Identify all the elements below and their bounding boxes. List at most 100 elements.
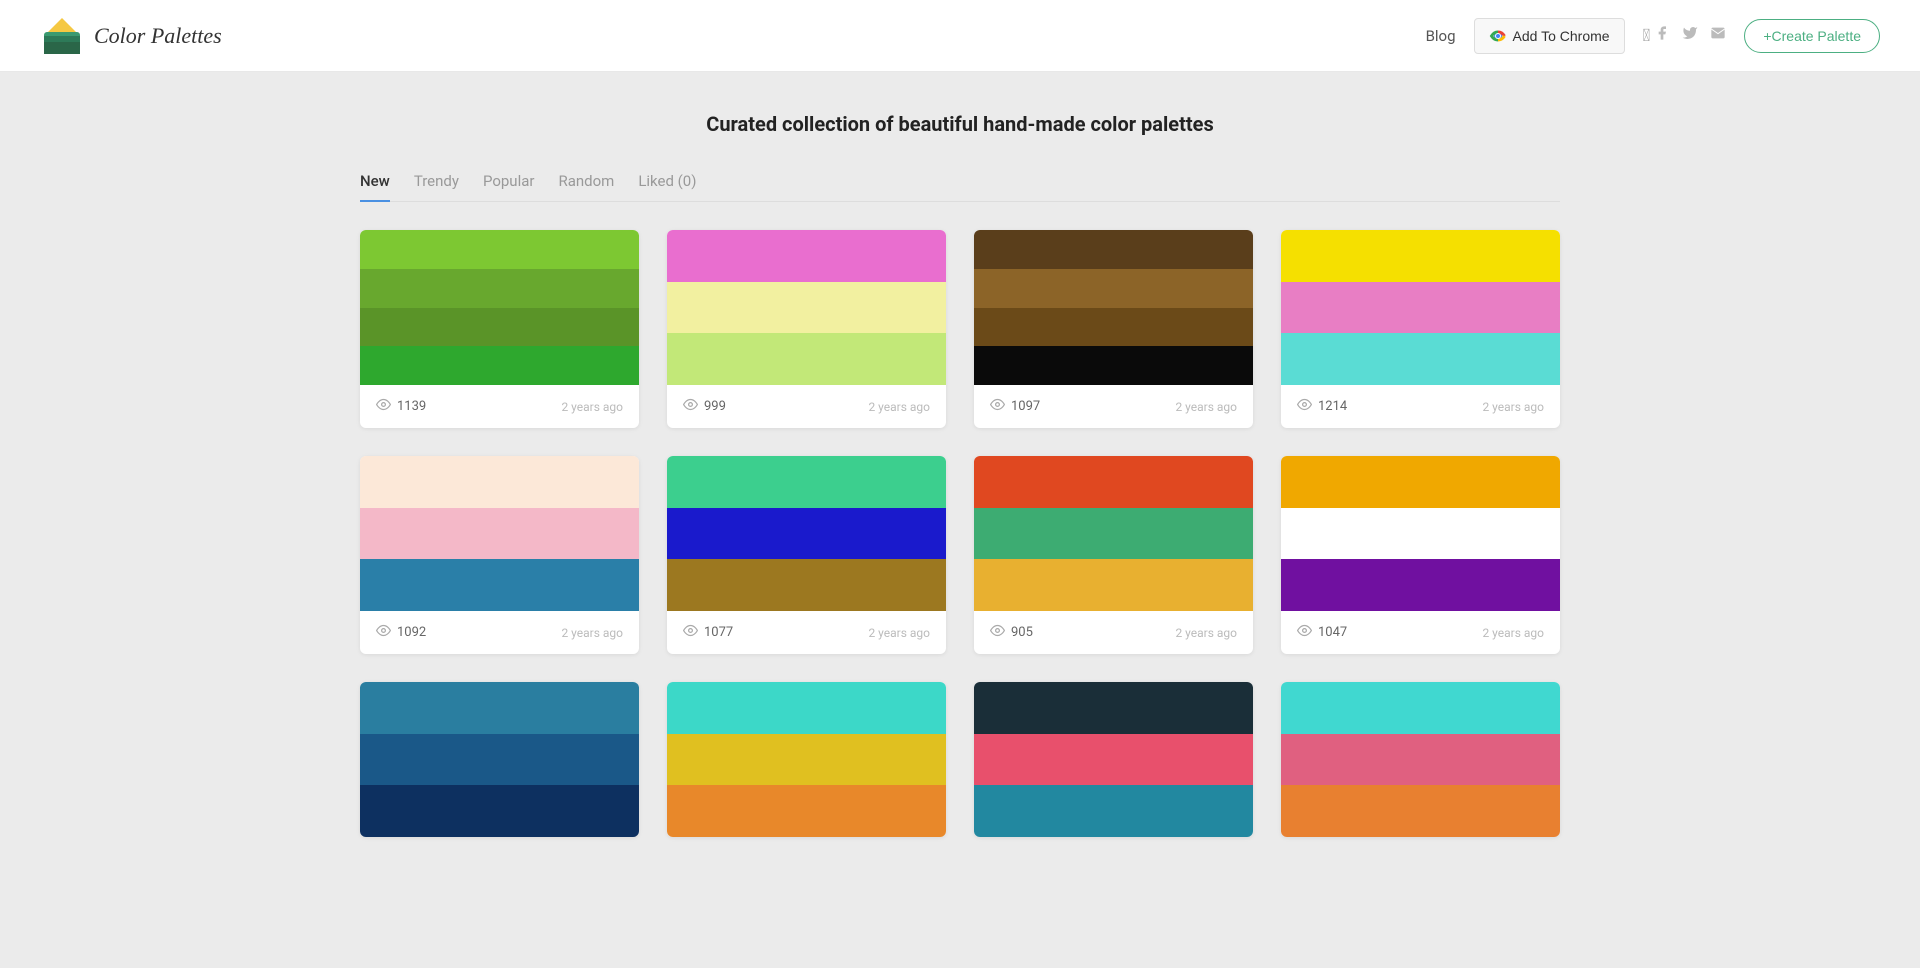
page-title: Curated collection of beautiful hand-mad… (360, 112, 1560, 136)
eye-icon (990, 397, 1005, 416)
color-swatch (360, 682, 639, 734)
social-icons:  (1643, 25, 1727, 46)
palette-swatches (974, 456, 1253, 611)
create-palette-button[interactable]: +Create Palette (1744, 19, 1880, 53)
palette-meta: 1139 2 years ago (360, 385, 639, 428)
palette-meta: 1214 2 years ago (1281, 385, 1560, 428)
palette-meta: 1047 2 years ago (1281, 611, 1560, 654)
color-swatch (974, 508, 1253, 560)
color-swatch (667, 734, 946, 786)
blog-link[interactable]: Blog (1426, 27, 1456, 45)
palette-views: 905 (990, 623, 1033, 642)
logo-icon (40, 14, 84, 58)
palette-card[interactable]: 1097 2 years ago (974, 230, 1253, 428)
color-swatch (360, 308, 639, 347)
palette-card[interactable] (974, 682, 1253, 837)
palette-meta: 1092 2 years ago (360, 611, 639, 654)
palette-swatches (667, 230, 946, 385)
palette-card[interactable] (1281, 682, 1560, 837)
palette-swatches (360, 682, 639, 837)
palette-card[interactable] (667, 682, 946, 837)
palette-card[interactable]: 1047 2 years ago (1281, 456, 1560, 654)
view-count: 1092 (397, 625, 426, 640)
palette-views: 1077 (683, 623, 733, 642)
color-swatch (360, 508, 639, 560)
view-count: 1047 (1318, 625, 1347, 640)
color-swatch (1281, 682, 1560, 734)
palette-grid: 1139 2 years ago 999 2 years ago (360, 230, 1560, 837)
color-swatch (667, 230, 946, 282)
palette-swatches (360, 456, 639, 611)
color-swatch (974, 269, 1253, 308)
palette-views: 1139 (376, 397, 426, 416)
main-content: Curated collection of beautiful hand-mad… (320, 72, 1600, 897)
tab-liked[interactable]: Liked (0) (638, 172, 696, 202)
color-swatch (1281, 734, 1560, 786)
palette-views: 1097 (990, 397, 1040, 416)
palette-card[interactable]: 1077 2 years ago (667, 456, 946, 654)
color-swatch (667, 559, 946, 611)
palette-meta: 999 2 years ago (667, 385, 946, 428)
eye-icon (1297, 397, 1312, 416)
palette-card[interactable]: 905 2 years ago (974, 456, 1253, 654)
tab-new[interactable]: New (360, 172, 390, 202)
view-count: 1097 (1011, 399, 1040, 414)
color-swatch (974, 230, 1253, 269)
palette-date: 2 years ago (1175, 400, 1237, 414)
palette-meta: 905 2 years ago (974, 611, 1253, 654)
palette-date: 2 years ago (1482, 626, 1544, 640)
palette-date: 2 years ago (868, 626, 930, 640)
tab-random[interactable]: Random (558, 172, 614, 202)
color-swatch (667, 682, 946, 734)
twitter-icon[interactable] (1682, 25, 1698, 46)
color-swatch (360, 734, 639, 786)
color-swatch (974, 308, 1253, 347)
palette-card[interactable]: 999 2 years ago (667, 230, 946, 428)
color-swatch (360, 346, 639, 385)
palette-card[interactable]: 1092 2 years ago (360, 456, 639, 654)
eye-icon (376, 397, 391, 416)
palette-card[interactable]: 1139 2 years ago (360, 230, 639, 428)
color-swatch (360, 559, 639, 611)
email-icon[interactable] (1710, 25, 1726, 46)
color-swatch (974, 456, 1253, 508)
color-swatch (667, 785, 946, 837)
palette-swatches (1281, 230, 1560, 385)
color-swatch (667, 333, 946, 385)
palette-date: 2 years ago (1482, 400, 1544, 414)
view-count: 1214 (1318, 399, 1347, 414)
color-swatch (974, 682, 1253, 734)
logo-text: Color Palettes (94, 23, 222, 49)
view-count: 999 (704, 399, 726, 414)
palette-swatches (1281, 682, 1560, 837)
color-swatch (1281, 559, 1560, 611)
palette-swatches (667, 682, 946, 837)
color-swatch (974, 785, 1253, 837)
facebook-icon[interactable]:  (1643, 25, 1671, 46)
logo-area[interactable]: Color Palettes (40, 14, 222, 58)
color-swatch (1281, 230, 1560, 282)
color-swatch (667, 456, 946, 508)
eye-icon (683, 623, 698, 642)
palette-card[interactable] (360, 682, 639, 837)
color-swatch (667, 282, 946, 334)
color-swatch (360, 785, 639, 837)
palette-card[interactable]: 1214 2 years ago (1281, 230, 1560, 428)
palette-swatches (974, 230, 1253, 385)
header-right: Blog Add To Chrome  (1426, 18, 1880, 54)
palette-swatches (1281, 456, 1560, 611)
add-to-chrome-button[interactable]: Add To Chrome (1474, 18, 1625, 54)
palette-views: 1214 (1297, 397, 1347, 416)
tab-trendy[interactable]: Trendy (414, 172, 459, 202)
palette-views: 1047 (1297, 623, 1347, 642)
view-count: 1139 (397, 399, 426, 414)
palette-date: 2 years ago (1175, 626, 1237, 640)
color-swatch (1281, 785, 1560, 837)
eye-icon (376, 623, 391, 642)
palette-views: 1092 (376, 623, 426, 642)
tab-popular[interactable]: Popular (483, 172, 535, 202)
view-count: 905 (1011, 625, 1033, 640)
site-header: Color Palettes Blog Add To Chrome  (0, 0, 1920, 72)
eye-icon (990, 623, 1005, 642)
palette-swatches (360, 230, 639, 385)
